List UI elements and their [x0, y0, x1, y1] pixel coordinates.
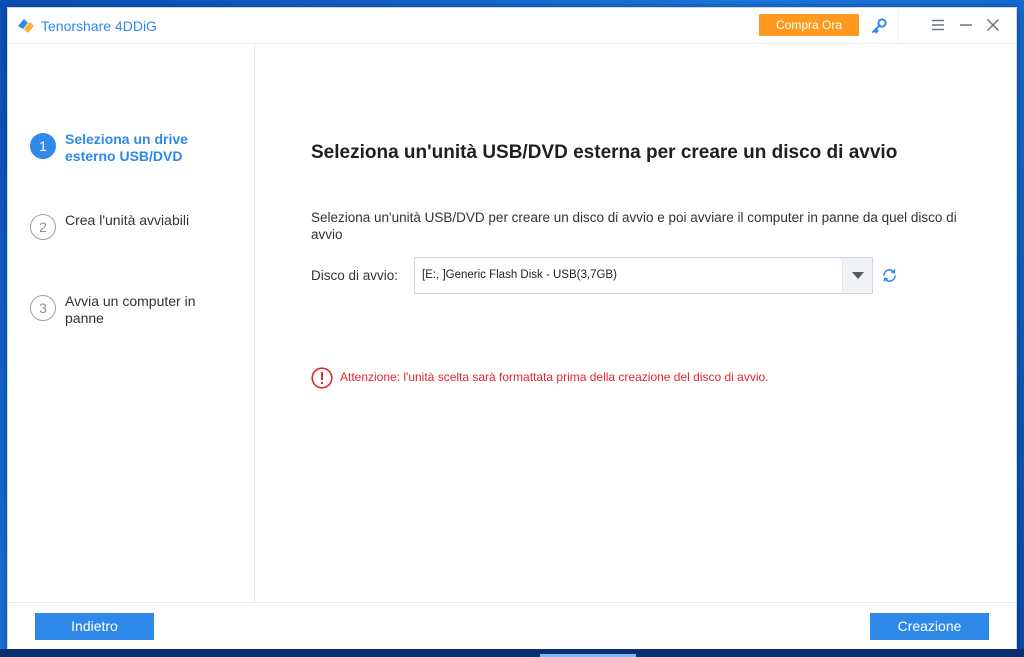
boot-disk-select[interactable]: [E:, ]Generic Flash Disk - USB(3,7GB) — [414, 257, 873, 294]
step-label: Crea l'unità avviabili — [65, 212, 190, 228]
boot-disk-label: Disco di avvio: — [311, 268, 399, 283]
step-label: Seleziona un drive esterno USB/DVD — [65, 131, 188, 164]
taskbar — [0, 649, 1024, 657]
chevron-down-icon — [852, 272, 864, 279]
step-number: 1 — [30, 133, 56, 159]
step-label: Avvia un computer in panne — [65, 293, 196, 326]
footer-bar: Indietro Creazione — [8, 602, 1016, 651]
create-button[interactable]: Creazione — [870, 613, 989, 640]
step-number: 3 — [30, 295, 56, 321]
logo-icon — [18, 19, 34, 33]
title-bar: Tenorshare 4DDiG Compra Ora — [8, 8, 1016, 44]
app-window: Tenorshare 4DDiG Compra Ora 1 Seleziona … — [7, 7, 1017, 651]
app-title: Tenorshare 4DDiG — [41, 18, 157, 34]
step-number: 2 — [30, 214, 56, 240]
key-icon[interactable] — [870, 17, 888, 35]
minimize-icon[interactable] — [959, 18, 973, 32]
buy-now-button[interactable]: Compra Ora — [759, 14, 859, 36]
title-separator — [898, 8, 899, 44]
menu-icon[interactable] — [931, 18, 945, 32]
steps-sidebar: 1 Seleziona un drive esterno USB/DVD 2 C… — [8, 44, 255, 602]
close-icon[interactable] — [986, 18, 1000, 32]
refresh-icon[interactable] — [881, 267, 898, 284]
main-panel: Seleziona un'unità USB/DVD esterna per c… — [256, 44, 1016, 602]
format-warning: Attenzione: l'unità scelta sarà formatta… — [340, 370, 769, 384]
page-title: Seleziona un'unità USB/DVD esterna per c… — [311, 142, 898, 163]
back-button[interactable]: Indietro — [35, 613, 154, 640]
description-text: Seleziona un'unità USB/DVD per creare un… — [311, 210, 957, 242]
warning-icon — [311, 367, 333, 389]
dropdown-toggle[interactable] — [842, 258, 872, 293]
selected-drive-value: [E:, ]Generic Flash Disk - USB(3,7GB) — [422, 269, 617, 281]
